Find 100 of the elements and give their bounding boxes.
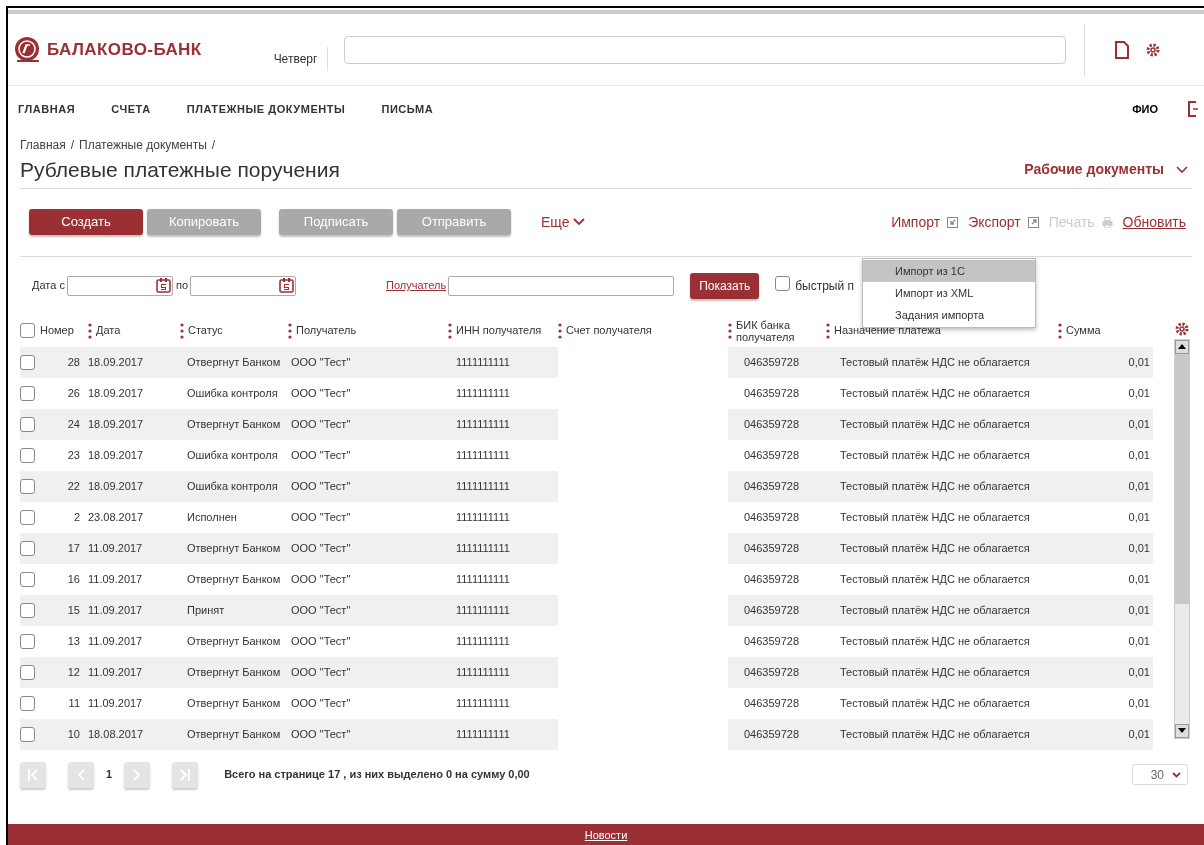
column-resize-icon[interactable] bbox=[288, 322, 292, 339]
table-row[interactable]: 10 18.08.2017 Отвергнут Банком ООО "Тест" 1111111111 046359728 Тестовый платёж НДС не облагается 0,01 bbox=[20, 718, 1174, 750]
table-cell-text: 11.09.2017 bbox=[88, 602, 143, 618]
nav-item[interactable]: ПЛАТЕЖНЫЕ ДОКУМЕНТЫ bbox=[186, 100, 346, 118]
checkbox[interactable] bbox=[20, 323, 35, 338]
table-cell-text: 046359728 bbox=[744, 633, 800, 649]
menu-item[interactable]: Импорт из 1С bbox=[863, 260, 1035, 282]
checkbox[interactable] bbox=[20, 540, 35, 556]
scroll-down-icon[interactable] bbox=[1175, 723, 1189, 738]
column-resize-icon[interactable] bbox=[448, 322, 452, 339]
table-cell-text: ООО "Тест" bbox=[291, 540, 351, 556]
checkbox[interactable] bbox=[20, 695, 35, 711]
page-size-select[interactable]: 30 bbox=[1132, 764, 1188, 785]
search-field[interactable] bbox=[344, 35, 1067, 64]
table-row[interactable]: 23 18.09.2017 Ошибка контроля ООО "Тест" 1111111111 046359728 Тестовый платёж НДС не облагается 0,01 bbox=[20, 439, 1174, 471]
column-header[interactable]: Номер bbox=[40, 322, 74, 339]
checkbox[interactable] bbox=[20, 447, 35, 463]
table-cell-text: Тестовый платёж НДС не облагается bbox=[840, 726, 1030, 742]
table-cell-text: 13 bbox=[67, 633, 80, 649]
breadcrumb-separator: / bbox=[211, 137, 216, 154]
news-link[interactable]: Новости bbox=[584, 827, 628, 844]
table-cell-text: ООО "Тест" bbox=[291, 602, 351, 618]
date-to-label: по bbox=[175, 278, 188, 294]
table-cell-text: 0,01 bbox=[1128, 447, 1150, 463]
table-cell-text: 1111111111 bbox=[456, 509, 510, 525]
table-row[interactable]: 11 11.09.2017 Отвергнут Банком ООО "Тест" 1111111111 046359728 Тестовый платёж НДС не облагается 0,01 bbox=[20, 687, 1174, 719]
table-cell-text: ООО "Тест" bbox=[291, 416, 351, 432]
column-resize-icon[interactable] bbox=[1058, 322, 1062, 339]
column-header[interactable]: Статус bbox=[188, 322, 223, 339]
toolbar-button[interactable]: Создать bbox=[29, 209, 143, 235]
table-cell-text: 0,01 bbox=[1128, 633, 1150, 649]
breadcrumb-link[interactable]: Платежные документы bbox=[79, 136, 207, 154]
checkbox[interactable] bbox=[20, 633, 35, 649]
column-resize-icon[interactable] bbox=[558, 322, 562, 339]
table-row[interactable]: 17 11.09.2017 Отвергнут Банком ООО "Тест" 1111111111 046359728 Тестовый платёж НДС не облагается 0,01 bbox=[20, 532, 1174, 564]
column-header[interactable]: Получатель bbox=[296, 322, 357, 339]
table-row[interactable]: 2 23.08.2017 Исполнен ООО "Тест" 1111111111 046359728 Тестовый платёж НДС не облагается 0,01 bbox=[20, 501, 1174, 533]
date-to-field[interactable] bbox=[190, 275, 296, 296]
checkbox[interactable] bbox=[20, 664, 35, 680]
table-cell-text: 1111111111 bbox=[456, 354, 510, 370]
recipient-link[interactable]: Получатель bbox=[386, 277, 447, 294]
checkbox[interactable] bbox=[20, 478, 35, 494]
toolbar-link[interactable]: Экспорт bbox=[968, 211, 1021, 233]
column-resize-icon[interactable] bbox=[826, 322, 830, 339]
table-row[interactable]: 28 18.09.2017 Отвергнут Банком ООО "Тест" 1111111111 046359728 Тестовый платёж НДС не облагается 0,01 bbox=[20, 346, 1174, 378]
table-cell-text: 0,01 bbox=[1128, 385, 1150, 401]
table-row[interactable]: 13 11.09.2017 Отвергнут Банком ООО "Тест" 1111111111 046359728 Тестовый платёж НДС не облагается 0,01 bbox=[20, 625, 1174, 657]
table-row[interactable]: 16 11.09.2017 Отвергнут Банком ООО "Тест" 1111111111 046359728 Тестовый платёж НДС не облагается 0,01 bbox=[20, 563, 1174, 595]
column-header[interactable]: БИК банка получателя bbox=[736, 318, 826, 343]
table-cell-text: Тестовый платёж НДС не облагается bbox=[840, 633, 1030, 649]
breadcrumb-link[interactable]: Главная bbox=[20, 136, 66, 154]
menu-item[interactable]: Задания импорта bbox=[863, 304, 1035, 326]
table-row[interactable]: 12 11.09.2017 Отвергнут Банком ООО "Тест" 1111111111 046359728 Тестовый платёж НДС не облагается 0,01 bbox=[20, 656, 1174, 688]
settings-icon[interactable] bbox=[1174, 320, 1190, 337]
date-from-field[interactable] bbox=[66, 275, 173, 296]
settings-icon[interactable] bbox=[1145, 41, 1162, 58]
table-row[interactable]: 24 18.09.2017 Отвергнут Банком ООО "Тест" 1111111111 046359728 Тестовый платёж НДС не облагается 0,01 bbox=[20, 408, 1174, 440]
table-cell-text: 1111111111 bbox=[456, 478, 510, 494]
chevron-left-icon bbox=[77, 768, 85, 781]
checkbox[interactable] bbox=[20, 602, 35, 618]
scroll-up-icon[interactable] bbox=[1175, 339, 1189, 354]
column-header[interactable]: Счет получателя bbox=[566, 322, 652, 339]
checkbox[interactable] bbox=[775, 275, 791, 291]
nav-item[interactable]: ПИСЬМА bbox=[381, 100, 434, 118]
column-resize-icon[interactable] bbox=[88, 322, 92, 339]
column-resize-icon[interactable] bbox=[180, 322, 184, 339]
calendar-icon[interactable] bbox=[279, 278, 294, 293]
scrollbar[interactable] bbox=[1174, 338, 1190, 739]
table-cell-text: 12 bbox=[67, 664, 80, 680]
toolbar-link[interactable]: Обновить bbox=[1122, 211, 1186, 233]
calendar-icon[interactable] bbox=[155, 278, 171, 293]
recipient-field[interactable] bbox=[448, 275, 675, 296]
checkbox[interactable] bbox=[20, 354, 35, 370]
toolbar-link[interactable]: Импорт bbox=[891, 211, 941, 233]
show-button[interactable]: Показать bbox=[690, 272, 760, 299]
nav-item[interactable]: ГЛАВНАЯ bbox=[18, 100, 76, 118]
checkbox[interactable] bbox=[20, 385, 35, 401]
column-header[interactable]: ИНН получателя bbox=[456, 322, 542, 339]
checkbox[interactable] bbox=[20, 416, 35, 432]
table-cell-text: 046359728 bbox=[744, 664, 800, 680]
table-row[interactable]: 22 18.09.2017 Ошибка контроля ООО "Тест" 1111111111 046359728 Тестовый платёж НДС не облагается 0,01 bbox=[20, 470, 1174, 502]
date-from-label: Дата с bbox=[32, 278, 65, 294]
table-cell-text: Отвергнут Банком bbox=[187, 726, 281, 742]
scroll-thumb[interactable] bbox=[1175, 353, 1189, 604]
menu-item[interactable]: Импорт из XML bbox=[863, 282, 1035, 304]
nav-item[interactable]: СЧЕТА bbox=[111, 100, 151, 118]
column-header[interactable]: Дата bbox=[96, 322, 121, 339]
document-icon[interactable] bbox=[1115, 40, 1130, 59]
chevron-down-icon bbox=[572, 218, 585, 226]
checkbox[interactable] bbox=[20, 726, 35, 742]
logout-icon[interactable] bbox=[1188, 101, 1198, 117]
table-row[interactable]: 15 11.09.2017 Принят ООО "Тест" 1111111111 046359728 Тестовый платёж НДС не облагается 0,01 bbox=[20, 594, 1174, 626]
checkbox[interactable] bbox=[20, 571, 35, 587]
work-documents-dropdown[interactable]: Рабочие документы bbox=[1024, 159, 1188, 181]
checkbox[interactable] bbox=[20, 509, 35, 525]
table-row[interactable]: 26 18.09.2017 Ошибка контроля ООО "Тест" 1111111111 046359728 Тестовый платёж НДС не облагается 0,01 bbox=[20, 377, 1174, 409]
column-header[interactable]: Сумма bbox=[1066, 322, 1101, 339]
column-resize-icon[interactable] bbox=[728, 322, 732, 339]
more-dropdown[interactable]: Еще bbox=[541, 211, 585, 233]
table-cell-text: Отвергнут Банком bbox=[187, 633, 281, 649]
